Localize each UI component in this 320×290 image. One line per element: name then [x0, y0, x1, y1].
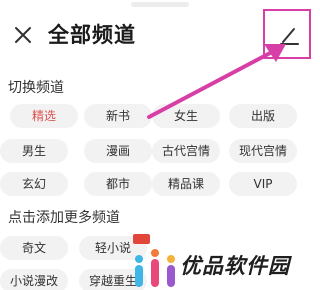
channel-chip-comics[interactable]: 漫画 [84, 139, 152, 163]
channel-chip-premium-course[interactable]: 精品课 [152, 172, 220, 196]
channel-chip-fantasy[interactable]: 玄幻 [0, 172, 68, 196]
channel-chip-featured[interactable]: 精选 [10, 104, 78, 128]
switch-channel-title: 切换频道 [8, 80, 64, 96]
channel-chip-male[interactable]: 男生 [0, 139, 68, 163]
close-button[interactable] [10, 22, 36, 48]
add-chip-novel-adaptation[interactable]: 小说漫改 [0, 269, 68, 290]
add-chip-odd-stories[interactable]: 奇文 [0, 236, 68, 260]
channel-chip-new-books[interactable]: 新书 [84, 104, 152, 128]
page-title: 全部频道 [48, 23, 136, 47]
channel-chip-urban[interactable]: 都市 [84, 172, 152, 196]
channel-chip-vip[interactable]: VIP [229, 172, 297, 196]
channel-chip-modern-romance[interactable]: 现代宫情 [229, 139, 297, 163]
channel-chip-female[interactable]: 女生 [152, 104, 220, 128]
watermark-text: 优品软件园 [180, 254, 290, 278]
close-icon [15, 27, 31, 43]
add-channel-title: 点击添加更多频道 [8, 210, 120, 226]
status-bar-notch [131, 2, 189, 7]
annotation-highlight-box [263, 9, 311, 59]
site-logo-icon [135, 249, 175, 287]
channel-chip-publishing[interactable]: 出版 [229, 104, 297, 128]
channel-chip-ancient-romance[interactable]: 古代宫情 [152, 139, 220, 163]
